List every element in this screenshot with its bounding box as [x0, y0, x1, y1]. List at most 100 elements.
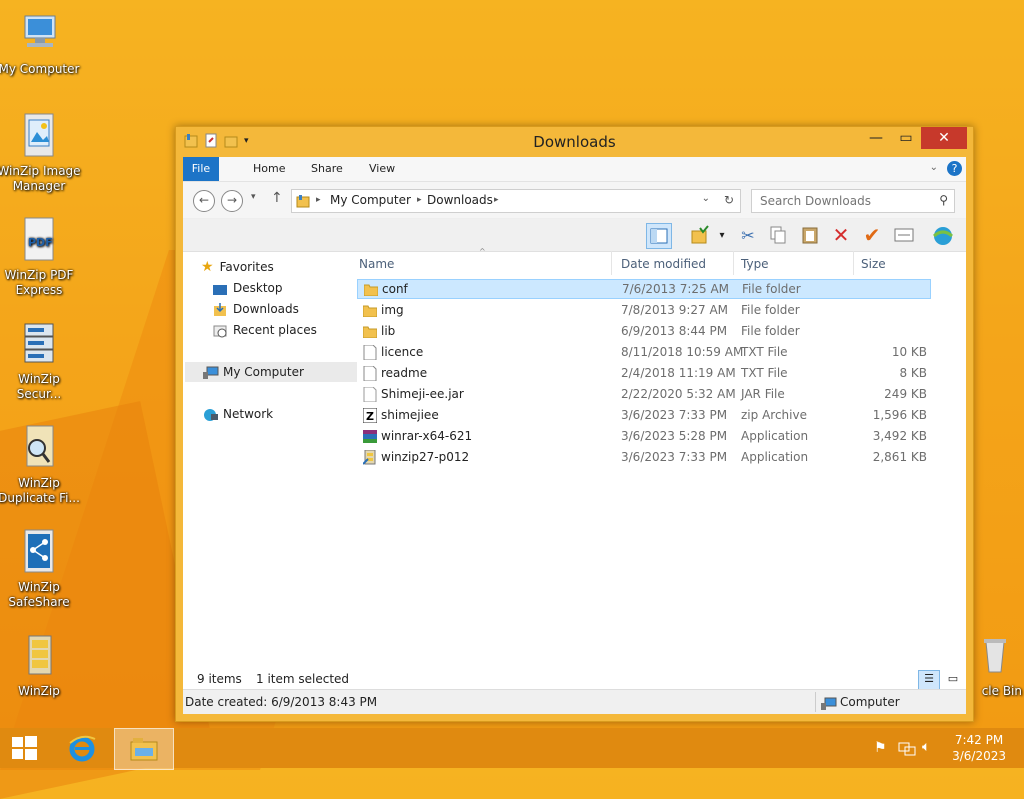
network-status-icon[interactable] — [898, 740, 916, 759]
up-button[interactable]: ↑ — [271, 190, 283, 206]
minimize-button[interactable]: — — [861, 127, 891, 149]
column-header-size[interactable]: Size — [857, 251, 933, 275]
file-size: 3,492 KB — [872, 429, 927, 443]
file-type: Application — [741, 429, 809, 443]
file-row[interactable]: conf 7/6/2013 7:25 AM File folder — [357, 279, 931, 299]
file-date: 6/9/2013 8:44 PM — [621, 324, 728, 338]
taskbar: ⚑ 🔈︎ 7:42 PM 3/6/2023 — [0, 728, 1024, 770]
desktop-icon-label: WinZip PDF Express — [4, 268, 74, 297]
large-icons-view-icon[interactable]: ▭ — [944, 670, 962, 688]
desktop-icon-label: My Computer — [0, 62, 80, 76]
nav-recent-places[interactable]: Recent places — [213, 320, 317, 340]
tab-share[interactable]: Share — [301, 157, 353, 181]
copy-icon[interactable] — [766, 223, 790, 247]
preview-pane-icon[interactable] — [646, 223, 672, 249]
search-input[interactable] — [758, 193, 932, 209]
nav-desktop[interactable]: Desktop — [213, 278, 283, 298]
address-bar[interactable]: ▸ My Computer ▸ Downloads ▸ ⌄ ↻ — [291, 189, 741, 213]
jar-file-icon — [363, 386, 377, 403]
globe-icon[interactable] — [931, 223, 955, 247]
close-button[interactable]: ✕ — [921, 127, 967, 149]
expand-ribbon-icon[interactable]: ⌄ — [930, 162, 938, 173]
file-explorer-button[interactable] — [114, 728, 174, 770]
item-count: 9 items — [197, 672, 242, 686]
winzip-duplicate-finder-icon — [15, 424, 63, 472]
file-row[interactable]: img 7/8/2013 9:27 AM File folder — [357, 300, 929, 320]
internet-explorer-button[interactable] — [58, 728, 106, 768]
file-row[interactable]: winrar-x64-621 3/6/2023 5:28 PM Applicatio… — [357, 426, 929, 446]
desktop-icon-winzip-duplicate-finder[interactable]: WinZip Duplicate Fi... — [0, 424, 82, 506]
file-date: 3/6/2023 7:33 PM — [621, 408, 728, 422]
file-row[interactable]: readme 2/4/2018 11:19 AM TXT File 8 KB — [357, 363, 929, 383]
file-row[interactable]: winzip27-p012 3/6/2023 7:33 PM Application… — [357, 447, 929, 467]
start-button[interactable] — [0, 728, 48, 768]
desktop-icon-winzip-image-manager[interactable]: WinZip Image Manager — [0, 112, 82, 194]
file-row[interactable]: lib 6/9/2013 8:44 PM File folder — [357, 321, 929, 341]
desktop-icon-label: WinZip Secur... — [16, 372, 62, 401]
back-button[interactable]: ← — [193, 190, 215, 212]
file-name: lib — [381, 324, 396, 338]
desktop-icon-my-computer[interactable]: My Computer — [0, 10, 82, 77]
file-name: Shimeji-ee.jar — [381, 387, 464, 401]
flag-icon[interactable]: ⚑ — [874, 740, 887, 756]
column-header-date[interactable]: Date modified — [617, 251, 734, 275]
details-view-icon[interactable]: ☰ — [918, 670, 940, 690]
delete-icon[interactable]: ✕ — [829, 223, 853, 247]
desktop-icon-winzip-safeshare[interactable]: WinZip SafeShare — [0, 528, 82, 610]
network-icon — [203, 408, 218, 421]
column-header-name[interactable]: Name — [355, 251, 612, 275]
maximize-button[interactable]: ▭ — [891, 127, 921, 149]
desktop-icon-winzip-pdf-express[interactable]: PDF WinZip PDF Express — [0, 216, 82, 298]
chevron-down-icon[interactable]: ▾ — [710, 223, 734, 247]
refresh-icon[interactable]: ↻ — [724, 193, 734, 207]
forward-button[interactable]: → — [221, 190, 243, 212]
file-size: 1,596 KB — [872, 408, 927, 422]
cut-icon[interactable]: ✂ — [736, 223, 760, 247]
breadcrumb-my-computer[interactable]: My Computer — [330, 193, 411, 207]
file-size: 2,861 KB — [872, 450, 927, 464]
breadcrumb-downloads[interactable]: Downloads — [427, 193, 493, 207]
svg-text:PDF: PDF — [28, 236, 53, 249]
desktop-icon-winzip[interactable]: WinZip — [0, 632, 82, 699]
search-icon[interactable]: ⚲ — [939, 193, 948, 207]
file-date: 7/8/2013 9:27 AM — [621, 303, 729, 317]
file-list: ^ Name Date modified Type Size conf 7/6/2… — [355, 247, 933, 681]
nav-downloads[interactable]: Downloads — [213, 299, 299, 319]
window-client-area: File Home Share View ⌄ ? ← → ▾ ↑ ▸ My Co… — [183, 157, 966, 714]
winzip-installer-icon — [362, 449, 377, 465]
file-date: 7/6/2013 7:25 AM — [622, 282, 730, 296]
help-icon[interactable]: ? — [947, 161, 962, 176]
rename-check-icon[interactable]: ✔ — [860, 223, 884, 247]
file-row[interactable]: Shimeji-ee.jar 2/22/2020 5:32 AM JAR File 2… — [357, 384, 929, 404]
svg-text:Z: Z — [366, 410, 374, 423]
nav-label: Favorites — [219, 260, 274, 274]
file-type: Application — [741, 450, 809, 464]
volume-icon[interactable]: 🔈︎ — [922, 739, 930, 755]
file-row[interactable]: licence 8/11/2018 10:59 AM TXT File 10 KB — [357, 342, 929, 362]
tab-view[interactable]: View — [359, 157, 405, 181]
file-row[interactable]: Zshimejiee 3/6/2023 7:33 PM zip Archive 1,5… — [357, 405, 929, 425]
my-computer-icon — [15, 10, 63, 58]
paste-icon[interactable] — [798, 223, 822, 247]
nav-my-computer[interactable]: My Computer — [185, 362, 357, 382]
chevron-down-icon[interactable]: ⌄ — [702, 193, 710, 204]
nav-favorites[interactable]: ★ Favorites — [201, 257, 274, 277]
window-title: Downloads — [533, 133, 616, 151]
tab-file[interactable]: File — [183, 157, 219, 181]
properties-icon[interactable] — [892, 223, 916, 247]
file-type: File folder — [742, 282, 801, 296]
nav-network[interactable]: Network — [203, 404, 273, 424]
select-folder-icon[interactable] — [688, 223, 712, 247]
column-header-type[interactable]: Type — [737, 251, 854, 275]
system-clock[interactable]: 7:42 PM 3/6/2023 — [952, 732, 1006, 764]
nav-label: Downloads — [233, 302, 299, 316]
file-name: licence — [381, 345, 424, 359]
file-type: JAR File — [741, 387, 785, 401]
search-box[interactable]: ⚲ — [751, 189, 955, 213]
window-titlebar[interactable]: ▾ Downloads — ▭ ✕ — [176, 127, 973, 157]
explorer-window[interactable]: ▾ Downloads — ▭ ✕ File Home Share View ⌄… — [175, 126, 974, 722]
tab-home[interactable]: Home — [243, 157, 295, 181]
desktop-icon-winzip-secure[interactable]: WinZip Secur... — [0, 320, 82, 402]
file-name: conf — [382, 282, 408, 296]
recent-locations-icon[interactable]: ▾ — [251, 192, 256, 202]
